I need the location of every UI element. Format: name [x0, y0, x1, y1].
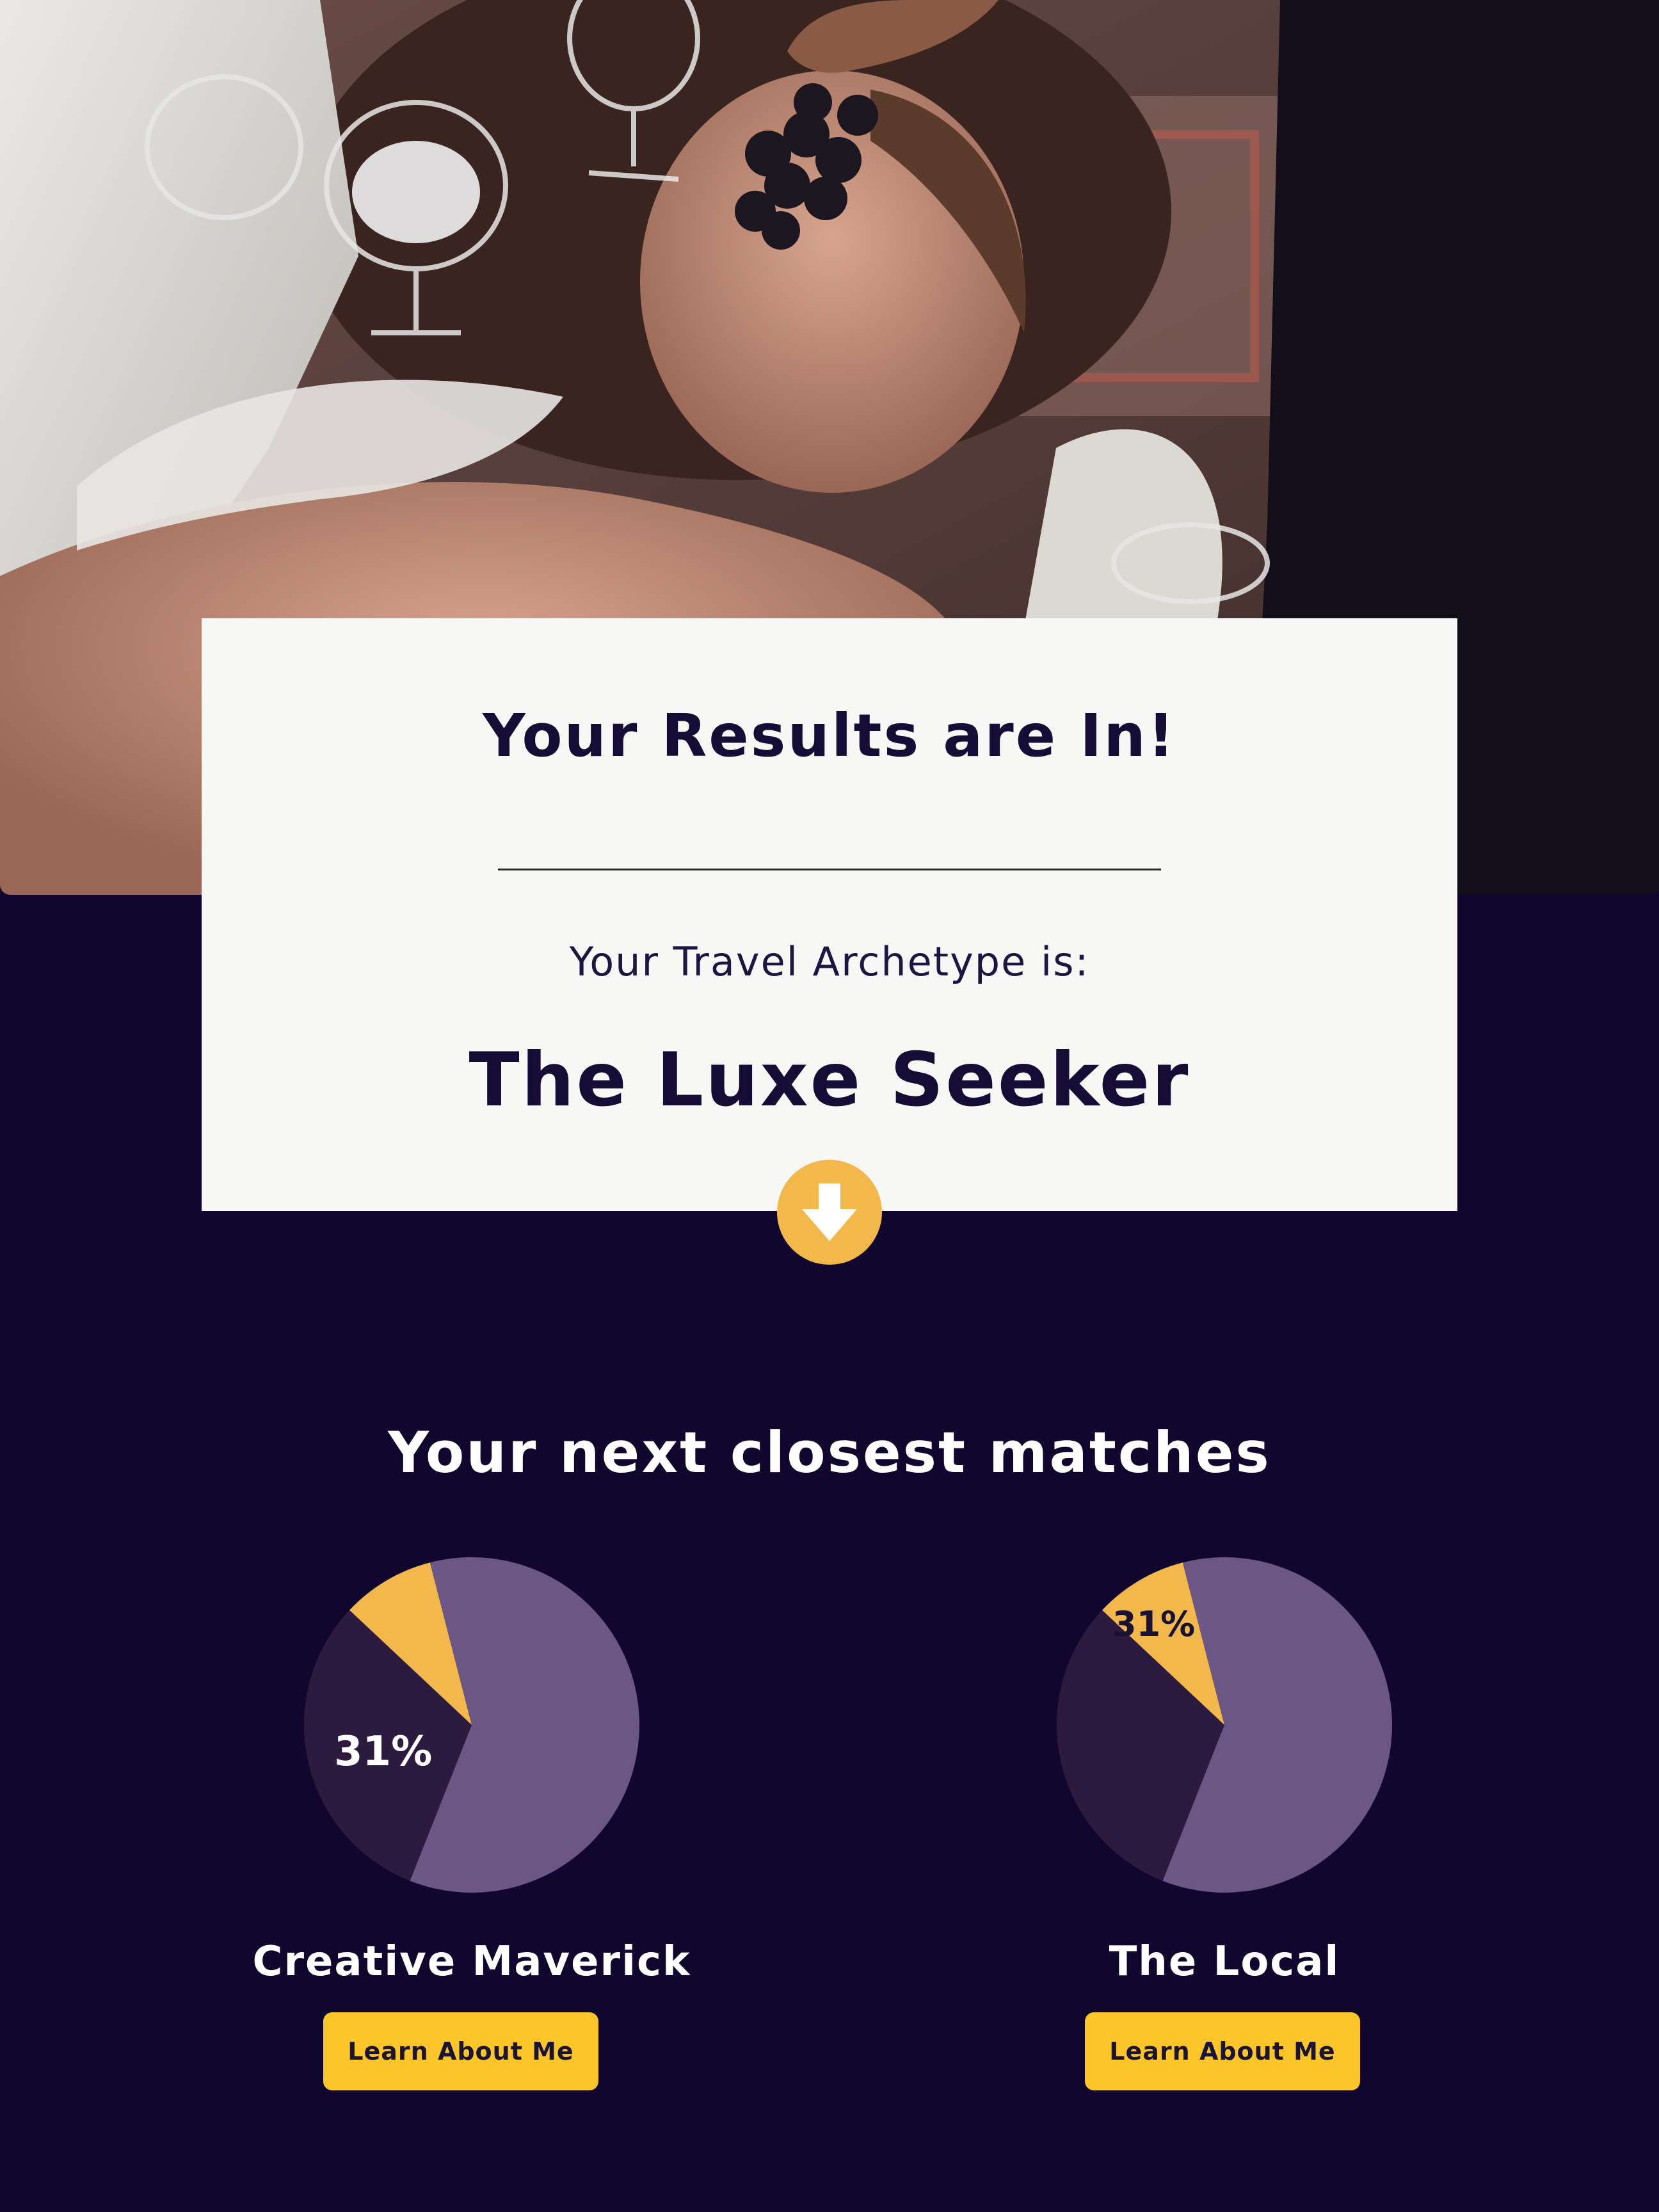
result-title: Your Results are In!: [483, 701, 1176, 770]
arrow-down-icon: [802, 1183, 857, 1241]
scroll-down-button[interactable]: [777, 1160, 882, 1265]
learn-about-me-button[interactable]: Learn About Me: [1085, 2012, 1360, 2090]
pie-percent-label: 31%: [334, 1728, 433, 1775]
pie-chart-svg: [304, 1557, 639, 1893]
pie-chart: 31%: [1055, 1555, 1394, 1895]
match-card-the-local: 31% The Local Learn About Me: [936, 1555, 1512, 2093]
pie-chart: 31%: [302, 1555, 641, 1895]
match-card-creative-maverick: 31% Creative Maverick Learn About Me: [184, 1555, 760, 2093]
match-name: The Local: [1109, 1938, 1340, 1985]
result-card: Your Results are In! Your Travel Archety…: [202, 618, 1457, 1211]
archetype-name: The Luxe Seeker: [469, 1037, 1190, 1123]
title-divider: [498, 869, 1161, 870]
archetype-label: Your Travel Archetype is:: [569, 938, 1090, 985]
match-name: Creative Maverick: [252, 1938, 691, 1985]
matches-title: Your next closest matches: [388, 1420, 1271, 1486]
pie-percent-label: 31%: [1112, 1604, 1196, 1644]
pie-chart-svg: [1057, 1557, 1392, 1893]
learn-about-me-button[interactable]: Learn About Me: [323, 2012, 598, 2090]
